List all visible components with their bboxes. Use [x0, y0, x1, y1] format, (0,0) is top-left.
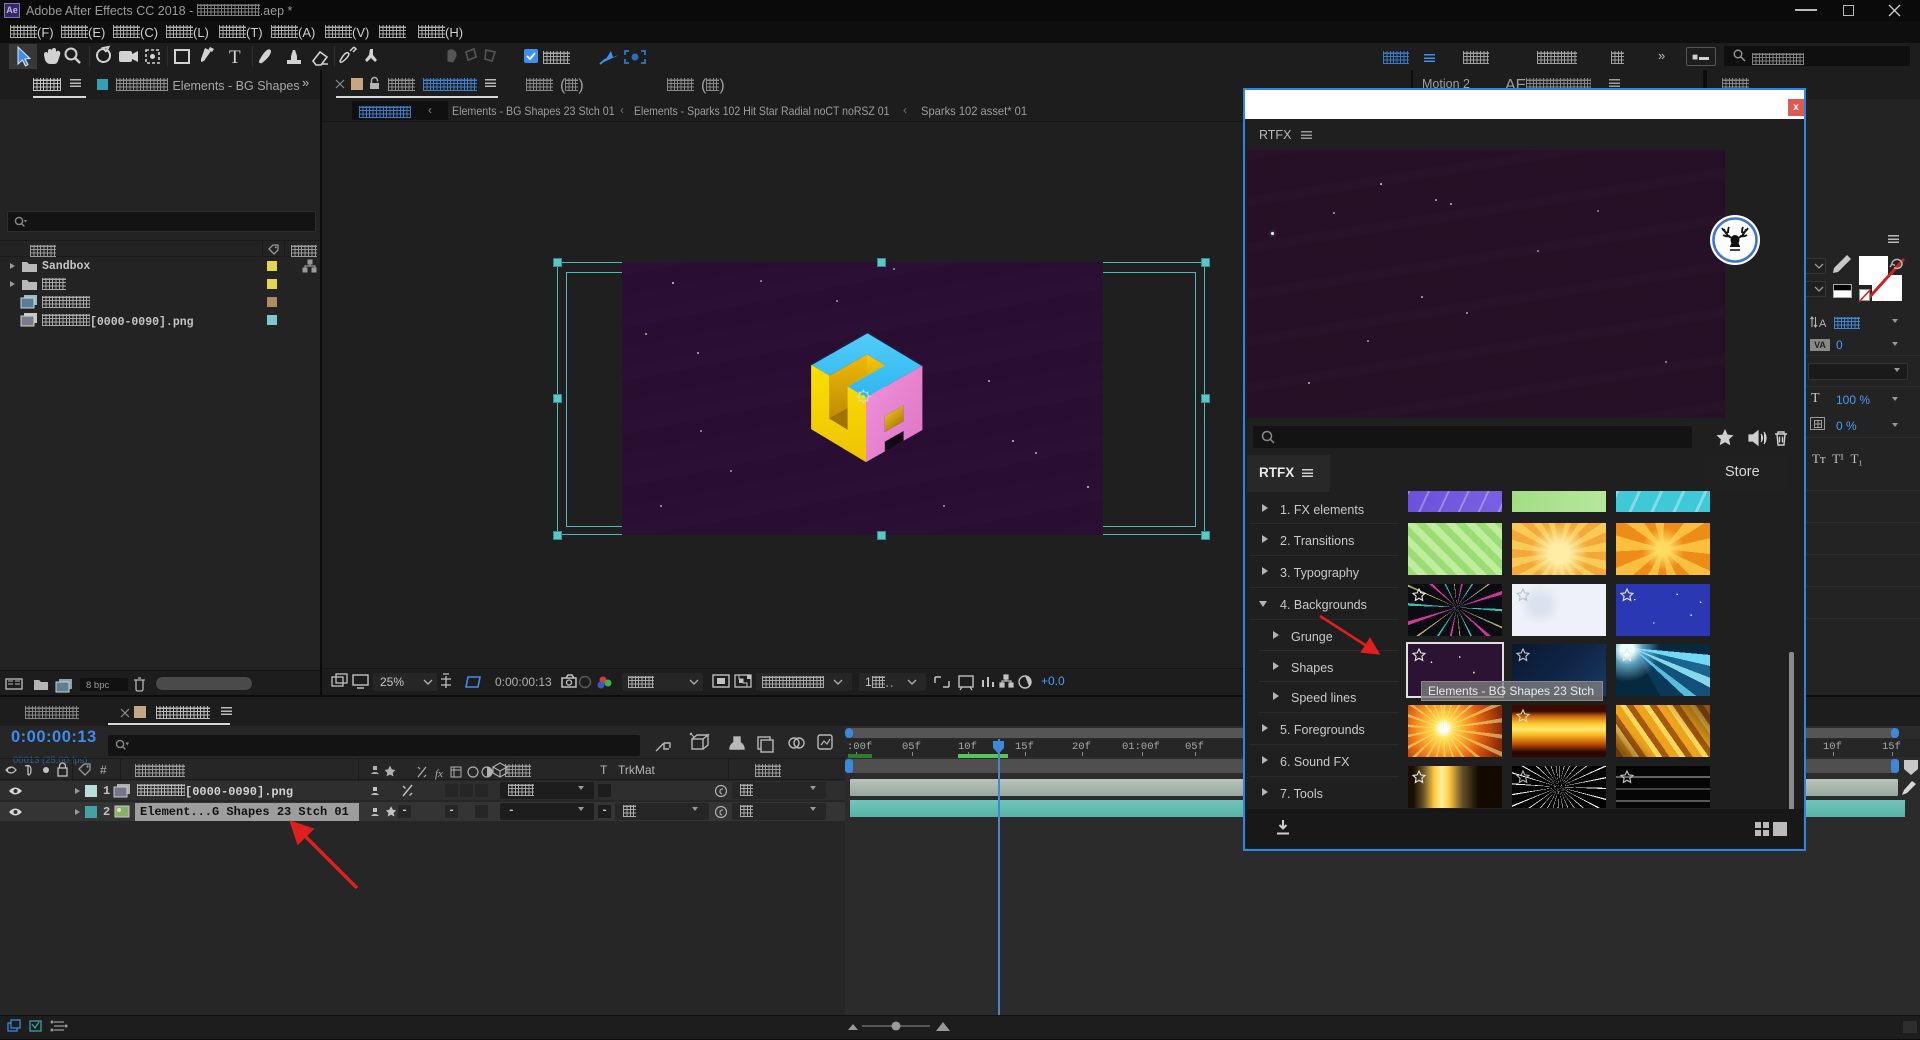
svg-text:0:00:00:13: 0:00:00:13 — [495, 675, 552, 689]
svg-text:fx: fx — [435, 768, 443, 780]
svg-text:1: 1 — [865, 675, 872, 689]
svg-text:25%: 25% — [380, 675, 404, 689]
svg-text:T: T — [229, 47, 241, 68]
svg-text:A: A — [1819, 318, 1827, 330]
svg-text:8 bpc: 8 bpc — [86, 680, 109, 691]
